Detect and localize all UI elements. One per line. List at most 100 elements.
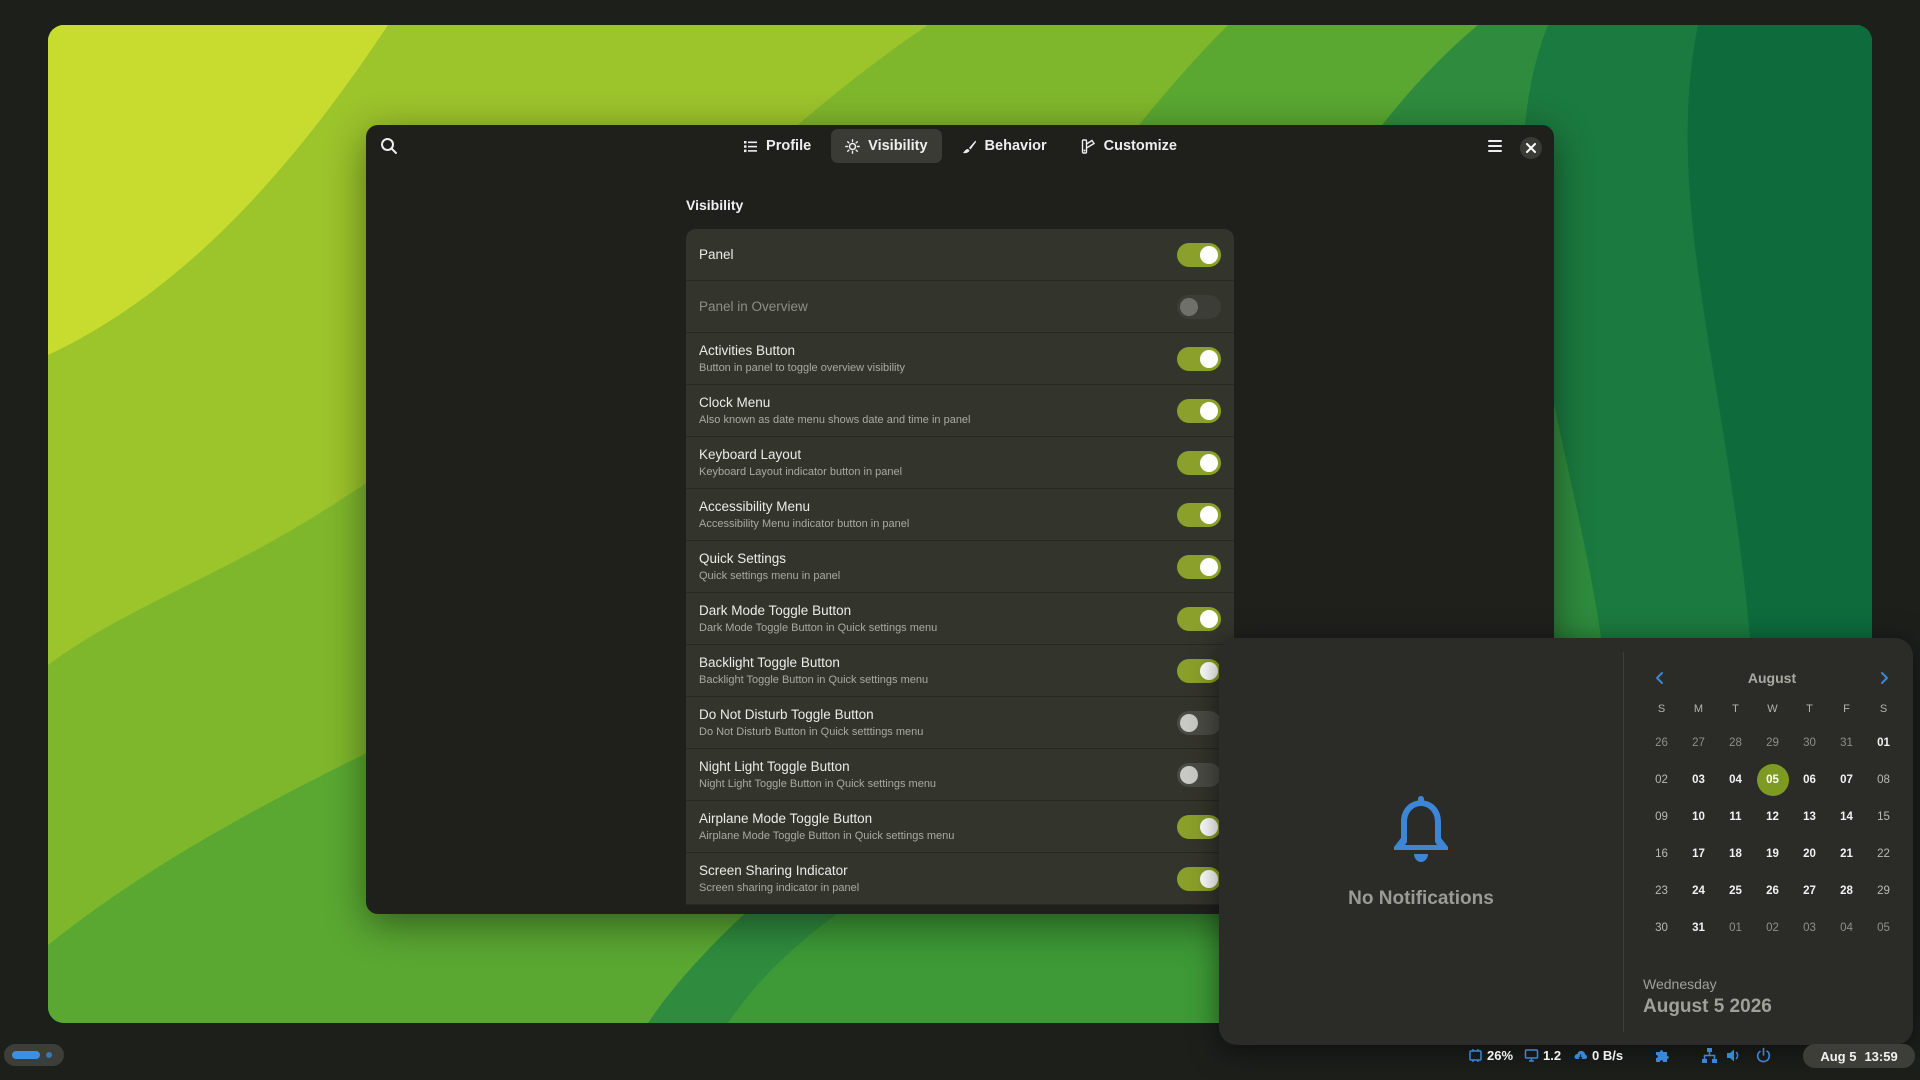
calendar-day[interactable]: 25 (1717, 872, 1754, 909)
hamburger-menu-icon[interactable] (1486, 137, 1504, 155)
day-number: 16 (1655, 847, 1668, 860)
tab-customize[interactable]: Customize (1067, 129, 1191, 163)
calendar-day[interactable]: 19 (1754, 835, 1791, 872)
day-number: 17 (1692, 847, 1705, 860)
calendar-day[interactable]: 22 (1865, 835, 1902, 872)
row-title: Activities Button (699, 343, 796, 358)
notification-area: No Notifications (1219, 638, 1623, 1045)
settings-row: Panel (686, 229, 1234, 281)
toggle-switch[interactable] (1177, 867, 1221, 891)
extension-puzzle-icon[interactable] (1654, 1047, 1671, 1064)
day-number: 26 (1766, 884, 1779, 897)
calendar-day[interactable]: 07 (1828, 761, 1865, 798)
network-speed[interactable]: 0 B/s (1573, 1044, 1623, 1066)
calendar-day[interactable]: 09 (1643, 798, 1680, 835)
tab-label: Profile (766, 138, 812, 154)
calendar-day[interactable]: 28 (1828, 872, 1865, 909)
calendar-day[interactable]: 30 (1791, 724, 1828, 761)
calendar-day[interactable]: 27 (1791, 872, 1828, 909)
calendar-day[interactable]: 04 (1717, 761, 1754, 798)
calendar-day[interactable]: 06 (1791, 761, 1828, 798)
calendar-day[interactable]: 04 (1828, 909, 1865, 946)
calendar-day[interactable]: 26 (1754, 872, 1791, 909)
clock-button[interactable]: Aug 5 13:59 (1803, 1044, 1915, 1068)
day-number: 28 (1840, 884, 1853, 897)
calendar-day[interactable]: 13 (1791, 798, 1828, 835)
calendar-day[interactable]: 20 (1791, 835, 1828, 872)
calendar-day[interactable]: 18 (1717, 835, 1754, 872)
calendar-day[interactable]: 28 (1717, 724, 1754, 761)
toggle-switch[interactable] (1177, 763, 1221, 787)
weekday-label: S (1657, 703, 1666, 715)
row-title: Keyboard Layout (699, 447, 802, 462)
settings-row: Panel in Overview (686, 281, 1234, 333)
calendar-day[interactable]: 17 (1680, 835, 1717, 872)
weekday-label: W (1767, 703, 1778, 715)
toggle-switch[interactable] (1177, 607, 1221, 631)
cpu-usage[interactable]: 26% (1468, 1044, 1513, 1066)
day-number: 13 (1803, 810, 1816, 823)
system-load[interactable]: 1.2 (1524, 1044, 1561, 1066)
calendar-day[interactable]: 26 (1643, 724, 1680, 761)
toggle-switch[interactable] (1177, 451, 1221, 475)
no-notifications-label: No Notifications (1348, 887, 1494, 909)
calendar-day[interactable]: 16 (1643, 835, 1680, 872)
calendar-day[interactable]: 03 (1680, 761, 1717, 798)
toggle-switch[interactable] (1177, 503, 1221, 527)
tab-profile[interactable]: Profile (729, 129, 825, 163)
calendar-day[interactable]: 02 (1754, 909, 1791, 946)
toggle-switch[interactable] (1177, 243, 1221, 267)
row-title: Panel in Overview (699, 299, 808, 314)
day-number: 04 (1840, 921, 1853, 934)
calendar-day[interactable]: 30 (1643, 909, 1680, 946)
toggle-switch[interactable] (1177, 399, 1221, 423)
volume-icon[interactable] (1725, 1047, 1742, 1064)
calendar-day[interactable]: 27 (1680, 724, 1717, 761)
toggle-switch[interactable] (1177, 659, 1221, 683)
calendar-day-today[interactable]: 05 (1754, 761, 1791, 798)
clock-date: Aug 5 (1820, 1048, 1857, 1064)
calendar-day[interactable]: 14 (1828, 798, 1865, 835)
calendar-day[interactable]: 01 (1717, 909, 1754, 946)
calendar-day[interactable]: 08 (1865, 761, 1902, 798)
calendar-day[interactable]: 03 (1791, 909, 1828, 946)
toggle-switch[interactable] (1177, 815, 1221, 839)
tab-behavior[interactable]: Behavior (948, 129, 1061, 163)
weekday-label: T (1732, 703, 1739, 715)
toggle-switch[interactable] (1177, 711, 1221, 735)
workspace-indicator[interactable] (4, 1044, 64, 1066)
calendar-day[interactable]: 01 (1865, 724, 1902, 761)
calendar-day[interactable]: 31 (1828, 724, 1865, 761)
close-button[interactable] (1520, 137, 1542, 159)
bell-icon (1394, 795, 1448, 862)
calendar-day[interactable]: 31 (1680, 909, 1717, 946)
chevron-left-icon[interactable] (1651, 669, 1669, 687)
settings-row: Dark Mode Toggle Button Dark Mode Toggle … (686, 593, 1234, 645)
calendar-day[interactable]: 15 (1865, 798, 1902, 835)
day-number: 03 (1803, 921, 1816, 934)
calendar-day[interactable]: 29 (1865, 872, 1902, 909)
day-number: 24 (1692, 884, 1705, 897)
tab-visibility[interactable]: Visibility (831, 129, 942, 163)
calendar-day[interactable]: 11 (1717, 798, 1754, 835)
calendar-day[interactable]: 24 (1680, 872, 1717, 909)
calendar-month[interactable]: August (1748, 670, 1796, 686)
network-wired-icon[interactable] (1701, 1047, 1718, 1064)
power-icon[interactable] (1755, 1047, 1772, 1064)
calendar-day[interactable]: 12 (1754, 798, 1791, 835)
toggle-switch[interactable] (1177, 555, 1221, 579)
chevron-right-icon[interactable] (1875, 669, 1893, 687)
toggle-switch[interactable] (1177, 347, 1221, 371)
selected-weekday: Wednesday (1643, 976, 1717, 992)
workspace-dot (46, 1052, 52, 1058)
calendar-day[interactable]: 05 (1865, 909, 1902, 946)
day-number: 25 (1729, 884, 1742, 897)
day-number: 19 (1766, 847, 1779, 860)
calendar-day[interactable]: 23 (1643, 872, 1680, 909)
calendar-day[interactable]: 29 (1754, 724, 1791, 761)
calendar-day[interactable]: 02 (1643, 761, 1680, 798)
day-number: 27 (1803, 884, 1816, 897)
row-subtitle: Accessibility Menu indicator button in p… (699, 518, 910, 530)
calendar-day[interactable]: 21 (1828, 835, 1865, 872)
calendar-day[interactable]: 10 (1680, 798, 1717, 835)
